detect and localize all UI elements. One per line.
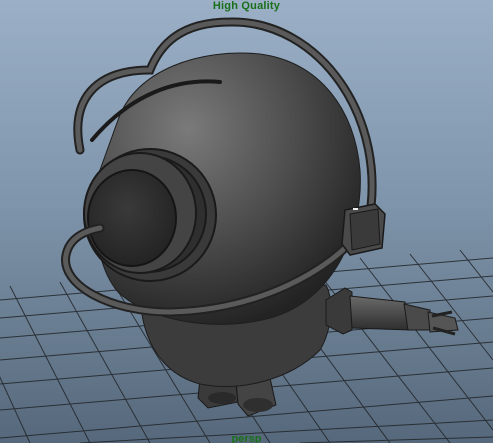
scene-canvas[interactable] — [0, 0, 493, 443]
robot-arm — [325, 287, 459, 336]
3d-viewport[interactable]: High Quality persp — [0, 0, 493, 443]
headset-earcap — [341, 203, 386, 256]
robot-model[interactable] — [61, 17, 459, 417]
goggle — [83, 148, 217, 282]
camera-label: persp — [231, 433, 262, 443]
renderer-label: High Quality — [212, 0, 281, 12]
